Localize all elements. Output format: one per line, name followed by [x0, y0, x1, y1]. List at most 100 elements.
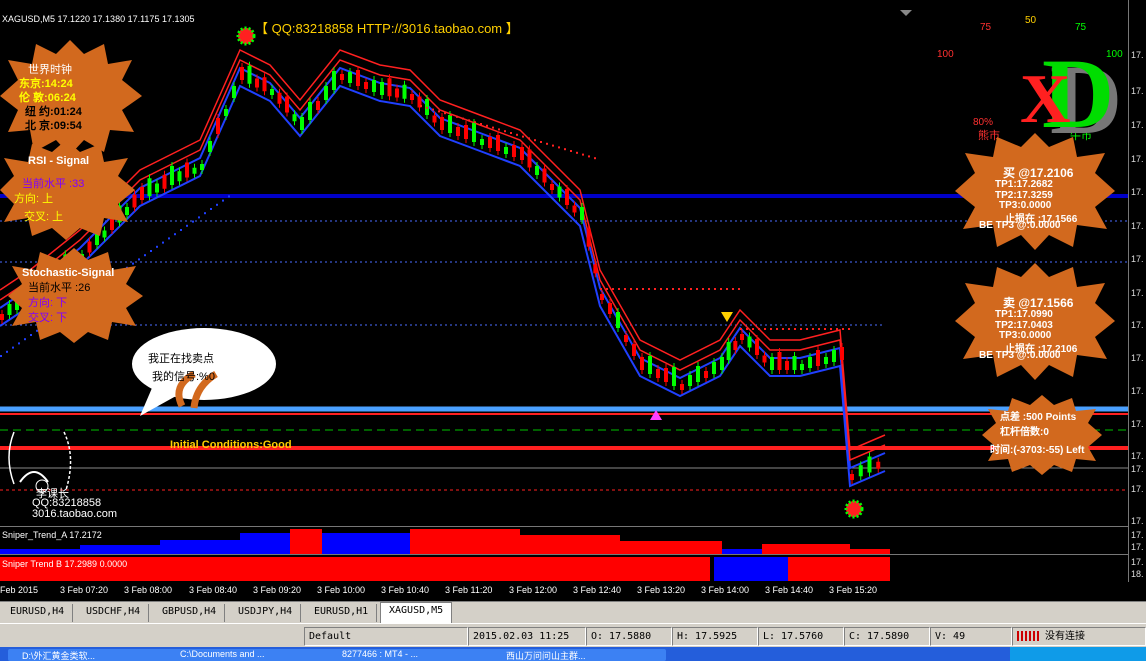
price-tick: 17. — [1131, 451, 1144, 461]
status-profile: Default — [304, 627, 468, 646]
bubble-line1: 我正在找卖点 — [148, 353, 214, 365]
time-tick: 3 Feb 12:00 — [509, 585, 558, 595]
sniper-trend-a-label: Sniper_Trend_A 17.2172 — [2, 530, 102, 540]
trail-dot — [552, 144, 554, 147]
trail-dot — [492, 126, 494, 129]
trail-dot — [12, 346, 14, 349]
trend-b-bar — [714, 557, 788, 581]
trend-a-bar — [290, 529, 322, 554]
candle-body — [432, 115, 437, 123]
trail-dot — [594, 157, 596, 160]
trend-a-bar — [160, 540, 240, 554]
tab-eurusd-h4[interactable]: EURUSD,H4 — [2, 604, 74, 622]
candle-body — [535, 166, 539, 175]
trail-dot — [474, 121, 476, 124]
connection-bars-icon — [1017, 631, 1039, 641]
candle-body — [740, 334, 744, 340]
candle-body — [147, 178, 152, 197]
tab-gbpusd-h4[interactable]: GBPUSD,H4 — [154, 604, 226, 622]
tab-xagusd-m5[interactable]: XAGUSD,M5 — [380, 602, 453, 624]
candle-body — [777, 352, 782, 370]
watermark-site: 3016.taobao.com — [32, 508, 118, 520]
candle-body — [185, 162, 189, 178]
spread-points: 点差 :500 Points — [1000, 412, 1077, 423]
status-low: L: 17.5760 — [758, 627, 844, 646]
candle-body — [800, 364, 804, 370]
trail-dot — [168, 237, 170, 240]
candle-body — [726, 342, 731, 360]
trail-dot — [740, 328, 742, 330]
tab-eurusd-h1[interactable]: EURUSD,H1 — [306, 604, 378, 622]
trail-dot — [576, 151, 578, 154]
buy-be: BE TP3 @:0.0000 — [979, 220, 1061, 231]
sniper-trend-b-panel[interactable]: Sniper Trend B 17.2989 0.0000 — [0, 554, 1128, 583]
price-tick: 17. — [1131, 187, 1144, 197]
price-tick: 17. — [1131, 154, 1144, 164]
candle-body — [840, 347, 844, 360]
sniper-trend-a-panel[interactable]: Sniper_Trend_A 17.2172 — [0, 526, 1128, 554]
trend-a-bar — [240, 533, 290, 554]
trail-dot — [648, 288, 650, 290]
candle-body — [527, 149, 532, 168]
trail-dot — [174, 233, 176, 236]
trail-dot — [420, 105, 422, 107]
candle-body — [858, 465, 863, 477]
trail-dot — [618, 288, 620, 290]
watermark: 李课长 QQ:83218858 3016.taobao.com — [0, 412, 120, 522]
candle-body — [285, 96, 289, 113]
trail-dot — [558, 146, 560, 149]
candle-body — [270, 89, 274, 95]
trail-dot — [726, 288, 728, 290]
candle-body — [277, 92, 282, 104]
taskbar-item[interactable]: C:\Documents and ... — [166, 649, 334, 661]
price-tick: 17. — [1131, 120, 1144, 130]
stoch-level: 当前水平 :26 — [28, 282, 91, 294]
trail-dot — [522, 135, 524, 138]
candle-body — [140, 187, 144, 200]
candle-body — [208, 141, 212, 152]
tab-usdchf-h4[interactable]: USDCHF,H4 — [78, 604, 150, 622]
trend-b-bar — [290, 557, 710, 581]
connection-text: 没有连接 — [1045, 631, 1086, 642]
rsi-level: 当前水平 :33 — [22, 178, 85, 190]
candle-body — [372, 80, 376, 92]
candle-body — [402, 84, 407, 99]
gear-icon — [844, 499, 864, 519]
taskbar-item[interactable]: 8277466 : MT4 - ... — [328, 649, 498, 661]
trail-dot — [732, 288, 734, 290]
trail-dot — [564, 148, 566, 151]
candle-body — [600, 294, 604, 300]
trail-dot — [678, 288, 680, 290]
candle-body — [624, 335, 628, 342]
taskbar-item[interactable]: D:\外汇黄金类软... — [8, 649, 172, 661]
candle-body — [364, 82, 368, 89]
trail-dot — [812, 328, 814, 330]
trend-a-bar — [620, 541, 722, 554]
taskbar-item[interactable]: 西山万问问山主群... — [492, 649, 666, 661]
trail-dot — [456, 115, 458, 118]
candle-body — [380, 82, 384, 95]
candle-body — [762, 355, 767, 363]
trail-dot — [186, 224, 188, 227]
bubble-line2: 我的信号:%0 — [152, 371, 215, 383]
trail-dot — [468, 119, 470, 122]
candle-body — [472, 123, 476, 142]
trail-dot — [528, 137, 530, 140]
candle-body — [664, 368, 668, 382]
candle-body — [440, 117, 444, 130]
candle-body — [448, 115, 452, 133]
initial-conditions: Initial Conditions:Good — [170, 439, 292, 451]
trail-dot — [684, 288, 686, 290]
time-axis[interactable]: Feb 2015 3 Feb 07:20 3 Feb 08:00 3 Feb 0… — [0, 582, 1146, 601]
tab-usdjpy-h4[interactable]: USDJPY,H4 — [230, 604, 302, 622]
trail-dot — [432, 108, 434, 111]
price-axis[interactable]: 17. 17. 17. 17. 17. 17. 17. 17. 17. 17. … — [1128, 0, 1146, 582]
trail-dot — [486, 124, 488, 127]
trail-dot — [696, 288, 698, 290]
gear-icon — [236, 26, 256, 46]
time-tick: 3 Feb 11:20 — [445, 585, 493, 595]
candle-body — [332, 71, 336, 90]
trail-dot — [462, 117, 464, 120]
trend-b-bar — [788, 557, 890, 581]
price-chart[interactable]: XAGUSD,M5 17.1220 17.1380 17.1175 17.130… — [0, 0, 1128, 582]
